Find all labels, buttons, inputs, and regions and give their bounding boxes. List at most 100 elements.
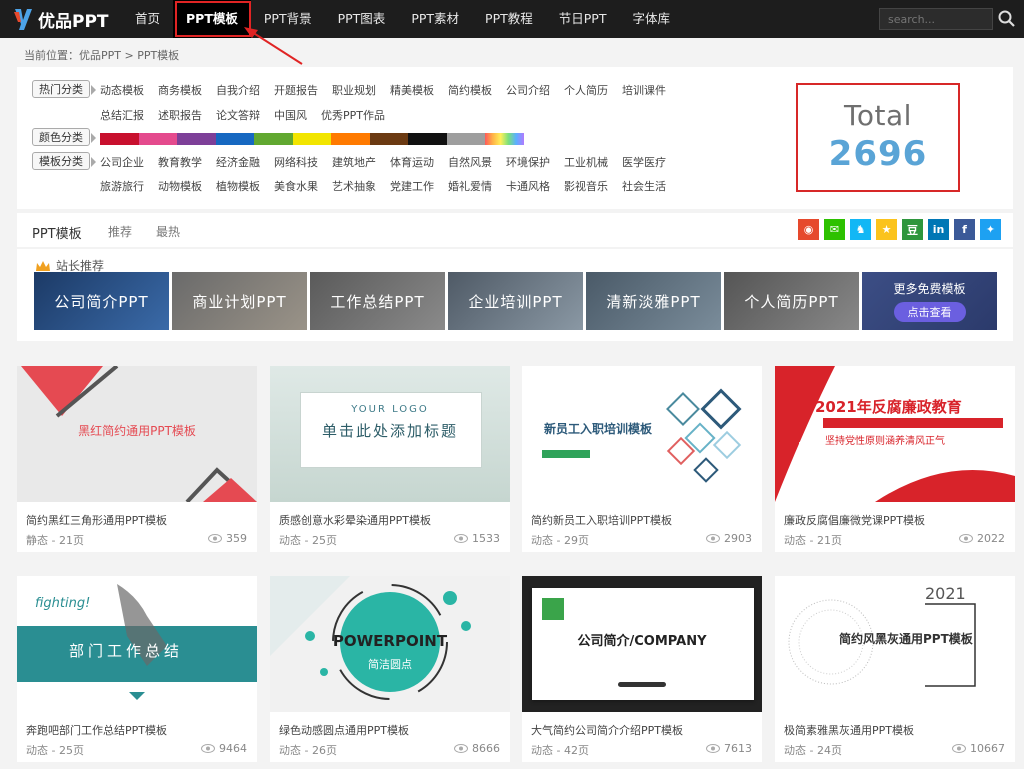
category-link[interactable]: 网络科技	[274, 154, 318, 170]
category-link[interactable]: 建筑地产	[332, 154, 376, 170]
card-thumbnail[interactable]: 新员工入职培训模板	[522, 366, 762, 502]
card-title[interactable]: 奔跑吧部门工作总结PPT模板	[26, 722, 167, 738]
category-link[interactable]: 婚礼爱情	[448, 178, 492, 194]
search-icon[interactable]	[997, 9, 1017, 29]
category-link[interactable]: 个人简历	[564, 82, 608, 98]
banner-business-plan[interactable]: 商业计划PPT	[172, 272, 307, 330]
category-link[interactable]: 总结汇报	[100, 107, 144, 123]
tab-hottest[interactable]: 最热	[156, 223, 180, 240]
card-title[interactable]: 大气简约公司简介介绍PPT模板	[531, 722, 683, 738]
banner-corporate-training[interactable]: 企业培训PPT	[448, 272, 583, 330]
category-link[interactable]: 艺术抽象	[332, 178, 376, 194]
template-card[interactable]: 2021 简约风黑灰通用PPT模板 极简素雅黑灰通用PPT模板 动态 - 24页…	[775, 576, 1015, 762]
card-thumbnail[interactable]: YOUR LOGO 单击此处添加标题	[270, 366, 510, 502]
category-link[interactable]: 旅游旅行	[100, 178, 144, 194]
category-link[interactable]: 商务模板	[158, 82, 202, 98]
color-swatch[interactable]	[254, 133, 293, 145]
color-swatch[interactable]	[100, 133, 139, 145]
category-link[interactable]: 医学医疗	[622, 154, 666, 170]
banner-work-summary[interactable]: 工作总结PPT	[310, 272, 445, 330]
douban-icon[interactable]: 豆	[902, 219, 923, 240]
card-thumbnail[interactable]: 2021 简约风黑灰通用PPT模板	[775, 576, 1015, 712]
card-title[interactable]: 简约新员工入职培训PPT模板	[531, 512, 672, 528]
color-swatch[interactable]	[331, 133, 370, 145]
nav-ppt-materials[interactable]: PPT素材	[398, 0, 472, 38]
wechat-icon[interactable]: ✉	[824, 219, 845, 240]
banner-company-profile[interactable]: 公司简介PPT	[34, 272, 169, 330]
category-link[interactable]: 简约模板	[448, 82, 492, 98]
category-link[interactable]: 优秀PPT作品	[321, 107, 385, 123]
template-card[interactable]: YOUR LOGO 单击此处添加标题 质感创意水彩晕染通用PPT模板 动态 - …	[270, 366, 510, 552]
card-thumbnail[interactable]: 黑红简约通用PPT模板	[17, 366, 257, 502]
category-link[interactable]: 环境保护	[506, 154, 550, 170]
category-link[interactable]: 体育运动	[390, 154, 434, 170]
template-card[interactable]: 黑红简约通用PPT模板 简约黑红三角形通用PPT模板 静态 - 21页 359	[17, 366, 257, 552]
tab-ppt-templates[interactable]: PPT模板	[32, 223, 82, 242]
tab-recommend[interactable]: 推荐	[108, 223, 132, 240]
nav-font-library[interactable]: 字体库	[619, 0, 683, 38]
qzone-icon[interactable]: ★	[876, 219, 897, 240]
category-link[interactable]: 经济金融	[216, 154, 260, 170]
card-title[interactable]: 质感创意水彩晕染通用PPT模板	[279, 512, 431, 528]
template-card[interactable]: 公司简介/COMPANY 大气简约公司简介介绍PPT模板 动态 - 42页 76…	[522, 576, 762, 762]
color-swatch[interactable]	[485, 133, 524, 145]
search-input[interactable]	[879, 8, 993, 30]
category-link[interactable]: 社会生活	[622, 178, 666, 194]
category-link[interactable]: 精美模板	[390, 82, 434, 98]
card-thumbnail[interactable]: 2021年反腐廉政教育 坚持党性原则涵养清风正气	[775, 366, 1015, 502]
category-link[interactable]: 述职报告	[158, 107, 202, 123]
card-thumbnail[interactable]: 公司简介/COMPANY	[522, 576, 762, 712]
nav-ppt-tutorials[interactable]: PPT教程	[472, 0, 546, 38]
category-link[interactable]: 动态模板	[100, 82, 144, 98]
category-link[interactable]: 职业规划	[332, 82, 376, 98]
category-link[interactable]: 工业机械	[564, 154, 608, 170]
category-link[interactable]: 论文答辩	[216, 107, 260, 123]
nav-ppt-charts[interactable]: PPT图表	[325, 0, 399, 38]
color-swatch[interactable]	[446, 133, 485, 145]
banner-personal-resume[interactable]: 个人简历PPT	[724, 272, 859, 330]
card-title[interactable]: 廉政反腐倡廉微党课PPT模板	[784, 512, 925, 528]
category-link[interactable]: 公司企业	[100, 154, 144, 170]
qq-icon[interactable]: ♞	[850, 219, 871, 240]
banner-more-templates[interactable]: 更多免费模板 点击查看	[862, 272, 997, 330]
card-title[interactable]: 简约黑红三角形通用PPT模板	[26, 512, 167, 528]
template-card[interactable]: POWERPOINT 简洁圆点 绿色动感圆点通用PPT模板 动态 - 26页 8…	[270, 576, 510, 762]
category-link[interactable]: 美食水果	[274, 178, 318, 194]
category-link[interactable]: 植物模板	[216, 178, 260, 194]
category-link[interactable]: 影视音乐	[564, 178, 608, 194]
category-link[interactable]: 公司介绍	[506, 82, 550, 98]
card-thumbnail[interactable]: POWERPOINT 简洁圆点	[270, 576, 510, 712]
banner-fresh-elegant[interactable]: 清新淡雅PPT	[586, 272, 721, 330]
color-swatch[interactable]	[215, 133, 254, 145]
category-link[interactable]: 自我介绍	[216, 82, 260, 98]
twitter-icon[interactable]: ✦	[980, 219, 1001, 240]
template-card[interactable]: 2021年反腐廉政教育 坚持党性原则涵养清风正气 廉政反腐倡廉微党课PPT模板 …	[775, 366, 1015, 552]
template-card[interactable]: fighting! 部门工作总结 奔跑吧部门工作总结PPT模板 动态 - 25页…	[17, 576, 257, 762]
color-swatch[interactable]	[369, 133, 408, 145]
category-link[interactable]: 开题报告	[274, 82, 318, 98]
card-title[interactable]: 极简素雅黑灰通用PPT模板	[784, 722, 914, 738]
color-swatch[interactable]	[138, 133, 177, 145]
card-thumbnail[interactable]: fighting! 部门工作总结	[17, 576, 257, 712]
category-link[interactable]: 自然风景	[448, 154, 492, 170]
category-link[interactable]: 培训课件	[622, 82, 666, 98]
color-swatch[interactable]	[408, 133, 447, 145]
thumbnail-subtitle: 坚持党性原则涵养清风正气	[825, 436, 945, 447]
view-more-button[interactable]: 点击查看	[893, 302, 966, 322]
color-swatch[interactable]	[292, 133, 331, 145]
color-swatch[interactable]	[177, 133, 216, 145]
category-link[interactable]: 中国风	[274, 107, 307, 123]
category-link[interactable]: 教育教学	[158, 154, 202, 170]
category-link[interactable]: 动物模板	[158, 178, 202, 194]
template-card[interactable]: 新员工入职培训模板 简约新员工入职培训PPT模板 动态 - 29页 2903	[522, 366, 762, 552]
nav-home[interactable]: 首页	[122, 0, 173, 38]
category-link[interactable]: 党建工作	[390, 178, 434, 194]
site-logo[interactable]: 优品PPT	[12, 4, 109, 34]
nav-holiday-ppt[interactable]: 节日PPT	[546, 0, 620, 38]
eye-icon	[454, 744, 468, 753]
category-link[interactable]: 卡通风格	[506, 178, 550, 194]
facebook-icon[interactable]: f	[954, 219, 975, 240]
card-title[interactable]: 绿色动感圆点通用PPT模板	[279, 722, 409, 738]
linkedin-icon[interactable]: in	[928, 219, 949, 240]
weibo-icon[interactable]: ◉	[798, 219, 819, 240]
